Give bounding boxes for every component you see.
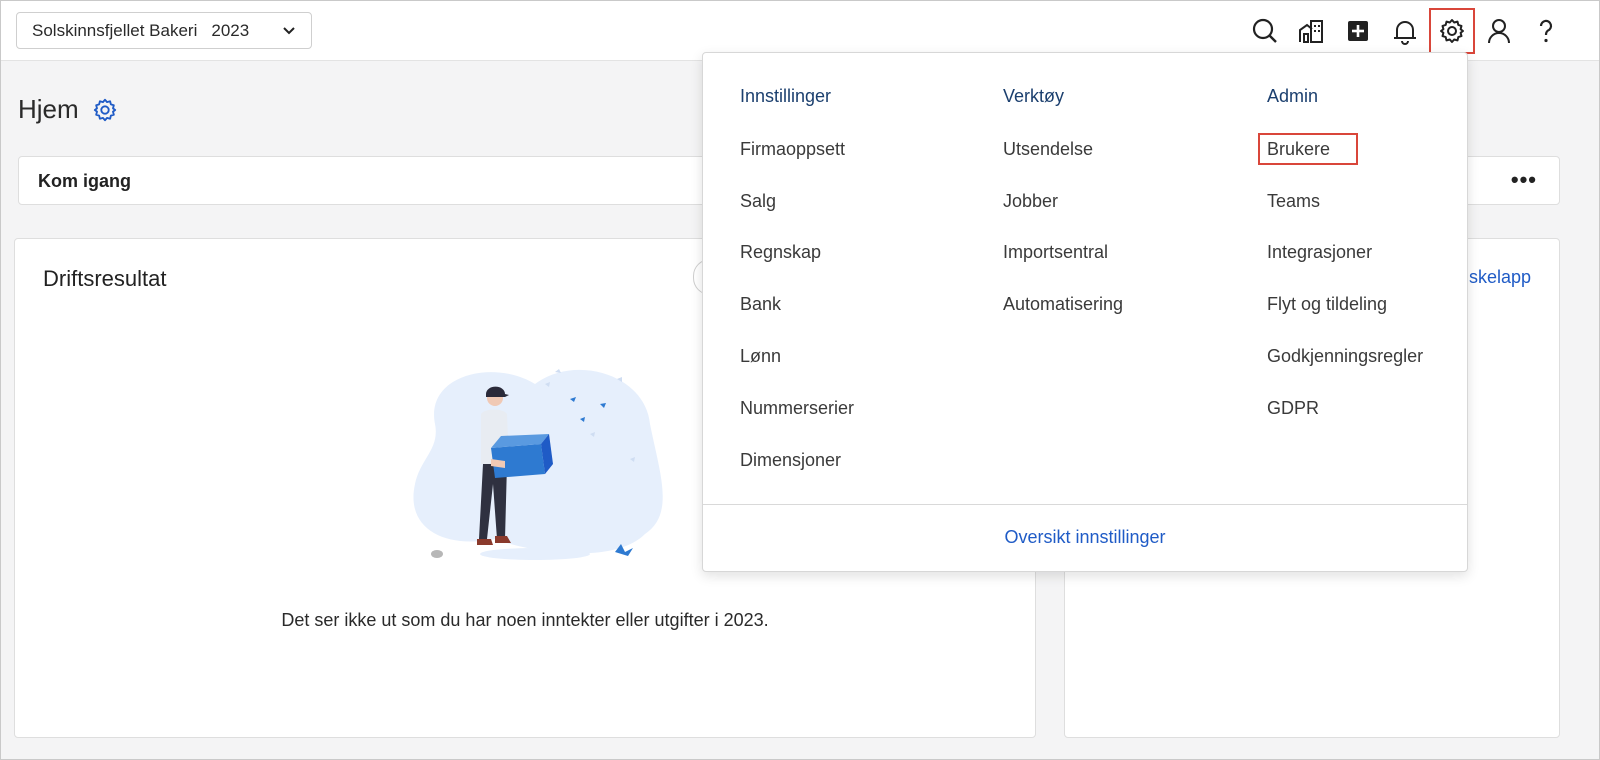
menu-item-nummerserier[interactable]: Nummerserier <box>740 398 854 418</box>
menu-item-godkjenningsregler[interactable]: Godkjenningsregler <box>1267 346 1423 366</box>
column-header-admin: Admin <box>1267 86 1319 106</box>
gear-icon[interactable] <box>92 97 118 123</box>
menu-item-brukere[interactable]: Brukere <box>1258 133 1359 165</box>
settings-column: Innstillinger Firmaoppsett Salg Regnskap… <box>740 86 854 470</box>
column-header-innstillinger: Innstillinger <box>740 86 832 106</box>
column-header-verktoy: Verktøy <box>1003 86 1065 106</box>
search-button[interactable] <box>1242 8 1288 54</box>
menu-item-utsendelse[interactable]: Utsendelse <box>1003 139 1093 159</box>
menu-item-regnskap[interactable]: Regnskap <box>740 242 821 262</box>
add-icon <box>1348 21 1368 41</box>
company-year: 2023 <box>211 20 250 40</box>
company-switch-button[interactable] <box>1288 8 1334 54</box>
menu-item-integrasjoner[interactable]: Integrasjoner <box>1267 242 1372 262</box>
create-new-button[interactable] <box>1335 8 1381 54</box>
menu-item-importsentral[interactable]: Importsentral <box>1003 242 1108 262</box>
menu-item-jobber[interactable]: Jobber <box>1003 191 1058 211</box>
admin-column: Admin Brukere Teams Integrasjoner Flyt o… <box>1258 86 1423 418</box>
notifications-button[interactable] <box>1382 8 1428 54</box>
menu-divider <box>703 504 1467 505</box>
company-name: Solskinnsfjellet Bakeri <box>32 20 198 40</box>
empty-state-message: Det ser ikke ut som du har noen inntekte… <box>281 610 769 630</box>
building-icon <box>1299 20 1323 43</box>
settings-dropdown-menu: Innstillinger Firmaoppsett Salg Regnskap… <box>702 52 1468 572</box>
menu-item-bank[interactable]: Bank <box>740 294 781 314</box>
menu-item-gdpr[interactable]: GDPR <box>1267 398 1319 418</box>
help-icon <box>1539 19 1553 43</box>
user-icon <box>1488 19 1510 44</box>
tools-column: Verktøy Utsendelse Jobber Importsentral … <box>1003 86 1123 314</box>
company-year-selector[interactable]: Solskinnsfjellet Bakeri 2023 <box>16 12 312 49</box>
page-title: Hjem <box>18 94 79 124</box>
menu-item-automatisering[interactable]: Automatisering <box>1003 294 1123 314</box>
more-options-button[interactable]: ••• <box>1511 167 1537 193</box>
menu-item-flyt-og-tildeling[interactable]: Flyt og tildeling <box>1267 294 1387 314</box>
empty-box-illustration <box>413 369 663 560</box>
menu-item-teams[interactable]: Teams <box>1267 191 1320 211</box>
card-link[interactable]: skelapp <box>1469 267 1531 288</box>
gear-icon <box>1440 19 1464 43</box>
help-button[interactable] <box>1523 8 1569 54</box>
menu-item-salg[interactable]: Salg <box>740 191 776 211</box>
getting-started-label: Kom igang <box>38 171 131 191</box>
menu-item-dimensjoner[interactable]: Dimensjoner <box>740 450 841 470</box>
settings-button[interactable] <box>1429 8 1475 54</box>
chevron-down-icon <box>283 27 295 35</box>
menu-item-firmaoppsett[interactable]: Firmaoppsett <box>740 139 845 159</box>
menu-item-lonn[interactable]: Lønn <box>740 346 781 366</box>
bell-icon <box>1394 21 1416 45</box>
card-title: Driftsresultat <box>43 266 167 291</box>
search-icon <box>1252 18 1277 43</box>
profile-button[interactable] <box>1476 8 1522 54</box>
settings-overview-link[interactable]: Oversikt innstillinger <box>703 527 1467 548</box>
